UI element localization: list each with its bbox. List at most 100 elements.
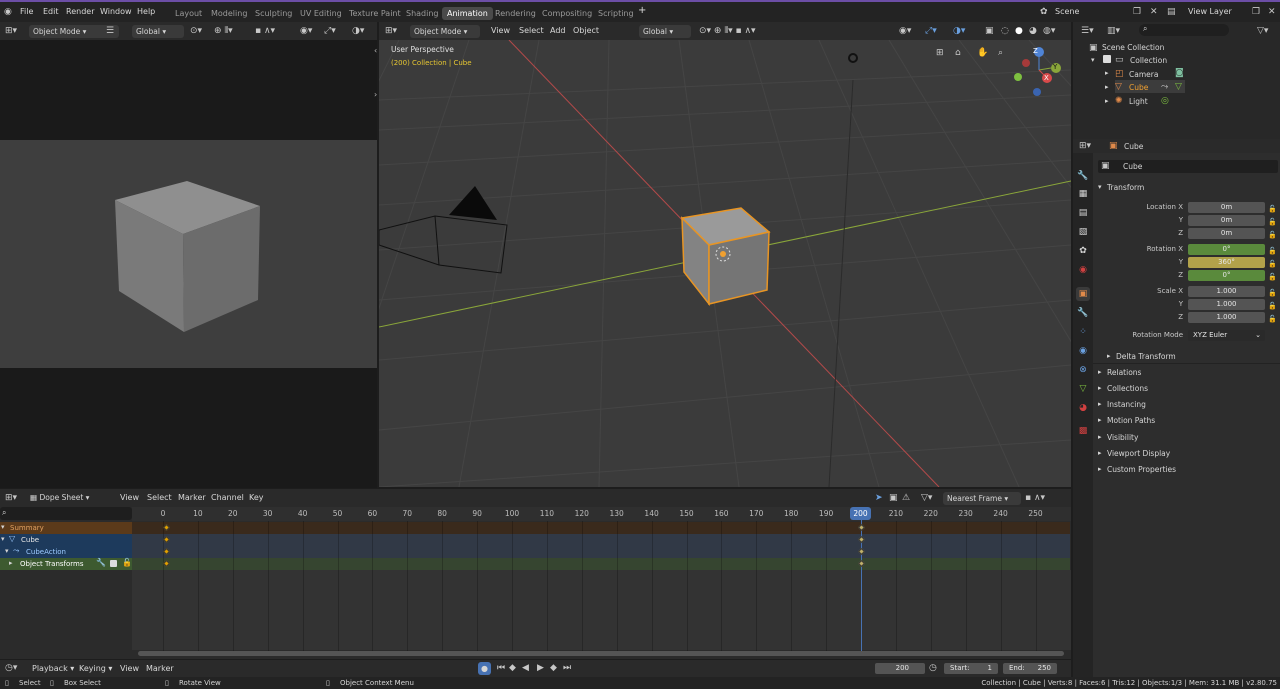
tab-layout[interactable]: Layout bbox=[170, 7, 207, 20]
transforms-channel[interactable]: ▸ Object Transforms 🔧 🔓 bbox=[0, 558, 132, 570]
gizmo-x-label[interactable]: X bbox=[1044, 74, 1049, 82]
snap-mode-dropdown[interactable]: Nearest Frame ▾ bbox=[943, 492, 1021, 505]
add-workspace-button[interactable]: + bbox=[638, 5, 646, 16]
dopesheet-menu-select[interactable]: Select bbox=[147, 493, 172, 502]
tab-uv-editing[interactable]: UV Editing bbox=[295, 7, 347, 20]
editor-type-icon[interactable]: ⊞▾ bbox=[5, 492, 17, 504]
timeline-menu-playback[interactable]: Playback ▾ bbox=[32, 664, 74, 673]
jump-end-icon[interactable]: ⏭ bbox=[563, 662, 571, 674]
tab-shading[interactable]: Shading bbox=[401, 7, 444, 20]
expand-cube-icon[interactable]: ▸ bbox=[1105, 83, 1109, 91]
shading-wireframe-icon[interactable]: ◌ bbox=[1001, 25, 1009, 37]
relations-expand-icon[interactable]: ▸ bbox=[1098, 368, 1102, 376]
dopesheet-menu-marker[interactable]: Marker bbox=[178, 493, 206, 502]
transforms-expand-icon[interactable]: ▸ bbox=[9, 559, 13, 567]
mesh-data-icon[interactable]: ▽ bbox=[1175, 81, 1182, 93]
menu-render[interactable]: Render bbox=[66, 7, 94, 16]
view-layer-tab-icon[interactable]: ▧ bbox=[1076, 225, 1090, 239]
blender-logo-icon[interactable]: ◉ bbox=[4, 6, 12, 18]
channel-lock-icon[interactable]: 🔓 bbox=[122, 558, 132, 567]
channel-enabled-checkbox[interactable] bbox=[110, 560, 117, 567]
tab-sculpting[interactable]: Sculpting bbox=[250, 7, 297, 20]
expand-collection-icon[interactable]: ▾ bbox=[1091, 56, 1095, 64]
new-scene-icon[interactable]: ❐ bbox=[1133, 6, 1141, 18]
pivot-icon[interactable]: ⊙▾ bbox=[190, 25, 202, 37]
viewport-display-section[interactable]: Viewport Display bbox=[1107, 449, 1170, 458]
outliner-editor-icon[interactable]: ☰▾ bbox=[1081, 25, 1094, 37]
particles-tab-icon[interactable]: ⁘ bbox=[1076, 325, 1090, 339]
jump-start-icon[interactable]: ⏮ bbox=[497, 662, 505, 674]
location-x-field[interactable]: 0m bbox=[1188, 202, 1265, 213]
prev-keyframe-icon[interactable]: ◆ bbox=[509, 662, 516, 674]
snap-icon[interactable]: ⊕ ⫴▾ bbox=[214, 25, 233, 37]
collapse-arrow-icon[interactable]: ‹ bbox=[374, 46, 377, 55]
current-frame-indicator[interactable]: 200 bbox=[850, 507, 871, 520]
light-data-icon[interactable]: ◎ bbox=[1161, 95, 1169, 107]
only-selected-icon[interactable]: ➤ bbox=[875, 492, 883, 504]
visibility-icon[interactable]: ◉▾ bbox=[300, 25, 312, 37]
tab-modeling[interactable]: Modeling bbox=[206, 7, 252, 20]
render-tab-icon[interactable]: ▦ bbox=[1076, 187, 1090, 201]
world-tab-icon[interactable]: ◉ bbox=[1076, 263, 1090, 277]
instancing-expand-icon[interactable]: ▸ bbox=[1098, 400, 1102, 408]
overlay-icon[interactable]: ◑▾ bbox=[352, 25, 364, 37]
menu-edit[interactable]: Edit bbox=[43, 7, 59, 16]
new-view-layer-icon[interactable]: ❐ bbox=[1252, 6, 1260, 18]
summary-channel[interactable]: ▾ Summary bbox=[0, 522, 132, 534]
timeline-menu-marker[interactable]: Marker bbox=[146, 664, 174, 673]
constraints-tab-icon[interactable]: ⊗ bbox=[1076, 363, 1090, 377]
outliner-cube[interactable]: Cube bbox=[1129, 83, 1148, 92]
tab-animation[interactable]: Animation bbox=[442, 7, 493, 20]
overlay-icon[interactable]: ◑▾ bbox=[953, 25, 965, 37]
summary-expand-icon[interactable]: ▾ bbox=[1, 523, 5, 531]
expand-camera-icon[interactable]: ▸ bbox=[1105, 69, 1109, 77]
display-mode-icon[interactable]: ▥▾ bbox=[1107, 25, 1120, 37]
outliner-search-input[interactable]: ⌕ bbox=[1139, 24, 1229, 36]
transforms-row[interactable] bbox=[0, 558, 1070, 570]
transform-expand-icon[interactable]: ▾ bbox=[1098, 183, 1102, 191]
horizontal-scrollbar[interactable] bbox=[138, 651, 1064, 656]
scale-x-field[interactable]: 1.000 bbox=[1188, 286, 1265, 297]
camera-data-icon[interactable]: ◙ bbox=[1175, 67, 1184, 79]
delete-scene-icon[interactable]: ✕ bbox=[1150, 6, 1158, 18]
wrench-icon[interactable]: 🔧 bbox=[96, 558, 106, 567]
gizmo-y-label[interactable]: Y bbox=[1053, 63, 1057, 71]
editor-type-icon[interactable]: ⊞▾ bbox=[5, 25, 17, 37]
xray-icon[interactable]: ▣ bbox=[985, 25, 994, 37]
viewport-menu-object[interactable]: Object bbox=[573, 26, 599, 35]
cube-row[interactable] bbox=[0, 534, 1070, 546]
delete-view-layer-icon[interactable]: ✕ bbox=[1268, 6, 1276, 18]
camera-render-view[interactable] bbox=[0, 140, 377, 368]
menu-help[interactable]: Help bbox=[137, 7, 155, 16]
tab-rendering[interactable]: Rendering bbox=[490, 7, 541, 20]
play-reverse-icon[interactable]: ◀ bbox=[522, 662, 529, 674]
dopesheet-menu-view[interactable]: View bbox=[120, 493, 139, 502]
dopesheet-menu-channel[interactable]: Channel bbox=[211, 493, 244, 502]
shading-material-icon[interactable]: ◕ bbox=[1029, 25, 1037, 37]
viewport-3d[interactable]: User Perspective (200) Collection | Cube… bbox=[379, 40, 1071, 487]
next-keyframe-icon[interactable]: ◆ bbox=[550, 662, 557, 674]
lock-icon[interactable]: 🔓 🔓 🔓 bbox=[1268, 203, 1277, 242]
viewport-menu-select[interactable]: Select bbox=[519, 26, 544, 35]
output-tab-icon[interactable]: ▤ bbox=[1076, 206, 1090, 220]
object-tab-icon[interactable]: ▣ bbox=[1076, 287, 1090, 301]
tab-compositing[interactable]: Compositing bbox=[537, 7, 597, 20]
viewport-mode-dropdown[interactable]: Object Mode ▾ bbox=[410, 25, 480, 38]
filter-icon[interactable]: ▽▾ bbox=[1257, 25, 1268, 37]
collection-checkbox[interactable] bbox=[1103, 55, 1111, 63]
gizmo-icon[interactable]: ⤢▾ bbox=[324, 25, 336, 37]
outliner-light[interactable]: Light bbox=[1129, 97, 1148, 106]
play-icon[interactable]: ▶ bbox=[537, 662, 544, 674]
delta-transform-section[interactable]: Delta Transform bbox=[1116, 352, 1176, 361]
rotation-z-field[interactable]: 0° bbox=[1188, 270, 1265, 281]
timeline-menu-view[interactable]: View bbox=[120, 664, 139, 673]
menu-file[interactable]: File bbox=[20, 7, 33, 16]
lock-icon[interactable]: 🔓 🔓 🔓 bbox=[1268, 245, 1277, 284]
start-frame-field[interactable]: Start: 1 bbox=[944, 663, 998, 674]
tab-texture-paint[interactable]: Texture Paint bbox=[344, 7, 406, 20]
viewport-menu-add[interactable]: Add bbox=[550, 26, 566, 35]
viewport-menu-view[interactable]: View bbox=[491, 26, 510, 35]
expand-light-icon[interactable]: ▸ bbox=[1105, 97, 1109, 105]
pivot-icon[interactable]: ⊙▾ ⊕ ⫴▾ ▪ ∧▾ bbox=[699, 25, 756, 37]
show-hidden-icon[interactable]: ▣ bbox=[889, 492, 898, 504]
